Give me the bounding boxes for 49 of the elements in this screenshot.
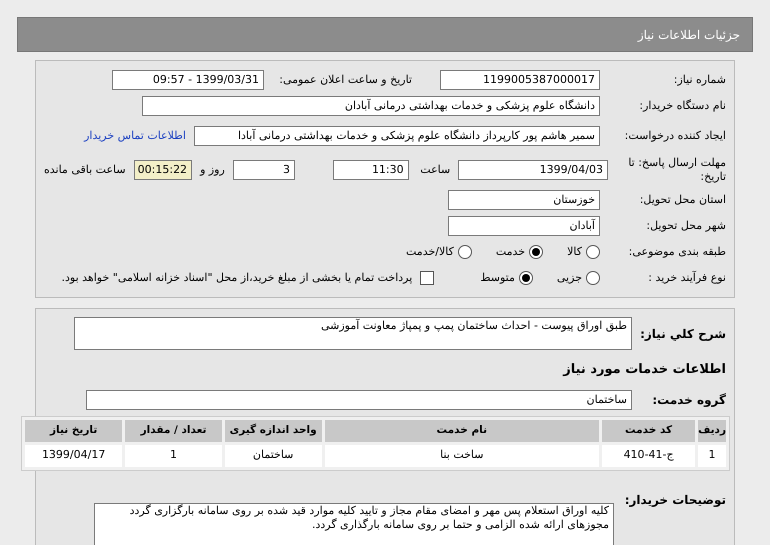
countdown-field: 00:15:22 — [134, 160, 192, 180]
checkbox[interactable] — [420, 271, 434, 285]
field-label: شهر محل تحویل: — [645, 218, 726, 234]
field-label: نام دستگاه خریدار: — [638, 98, 726, 114]
checkbox-label: پرداخت تمام یا بخشی از مبلغ خرید،از محل "اسناد خزانه اسلامی" خواهد بود. — [62, 270, 412, 286]
field-label: تاریخ و ساعت اعلان عمومی: — [278, 72, 412, 88]
field-label: گروه خدمت: — [651, 392, 726, 408]
radio-button[interactable] — [586, 271, 600, 285]
table-cell: ساخت بنا — [324, 444, 600, 466]
column-header: واحد اندازه گیری — [224, 420, 322, 442]
radio-label: کالا — [567, 244, 582, 260]
radio-button[interactable] — [586, 245, 600, 259]
section-heading: اطلاعات خدمات مورد نیاز — [562, 361, 726, 379]
radio-button[interactable] — [518, 271, 533, 285]
column-header: ردیف — [698, 420, 726, 442]
date-field: 1399/04/03 — [458, 160, 608, 180]
radio-label: جزیی — [556, 270, 582, 286]
radio-button[interactable] — [529, 245, 544, 259]
field-label: نوع فرآیند خرید : — [647, 270, 726, 286]
time-label: ساعت — [419, 162, 450, 178]
field-label: ایجاد کننده درخواست: — [624, 129, 726, 143]
date-field: 1399/03/31 - 09:57 — [112, 70, 264, 90]
radio-button[interactable] — [458, 245, 472, 259]
summary-textarea: طبق اوراق پیوست - احداث ساختمان پمپ و پمپاژ معاونت آموزشی — [74, 317, 632, 350]
field-label: توضیحات خریدار: — [624, 492, 726, 508]
column-header: نام خدمت — [324, 420, 600, 442]
radio-label: کالا/خدمت — [406, 244, 454, 260]
field-label: شرح کلي نياز: — [639, 326, 726, 342]
time-field: 11:30 — [333, 160, 409, 180]
days-field: 3 — [232, 160, 296, 180]
field-label: استان محل تحویل: — [638, 192, 726, 208]
notes-textarea: کلیه اوراق استعلام پس مهر و امضای مقام مجاز و تایید کلیه موارد قید شده بر روی سامانه بارگزاری گردد مجوزهای ارائه شده الزامی و حتما بر روی سامانه بارگذاری گردد. — [94, 502, 614, 545]
radio-label: خدمت — [496, 244, 526, 260]
days-label: روز و — [200, 162, 225, 178]
field-label: مهلت ارسال پاسخ: تا تاریخ: — [627, 156, 726, 184]
field-label: طبقه بندی موضوعی: — [628, 244, 726, 260]
column-header: تعداد / مقدار — [125, 420, 222, 442]
table-cell: ساختمان — [224, 444, 322, 466]
radio-label: متوسط — [480, 270, 515, 286]
table-cell: ج-41-410 — [602, 444, 696, 466]
table-cell: 1 — [125, 444, 222, 466]
page-header: جزئیات اطلاعات نیاز — [17, 17, 753, 52]
remaining-label: ساعت باقی مانده — [44, 162, 126, 178]
buyer-contact-link[interactable]: اطلاعات تماس خریدار — [84, 128, 186, 144]
field-label: شماره نیاز: — [672, 72, 726, 88]
column-header: تاریخ نیاز — [25, 420, 122, 442]
table-cell: 1 — [698, 444, 726, 466]
table-cell: 1399/04/17 — [25, 444, 122, 466]
column-header: کد خدمت — [602, 420, 696, 442]
